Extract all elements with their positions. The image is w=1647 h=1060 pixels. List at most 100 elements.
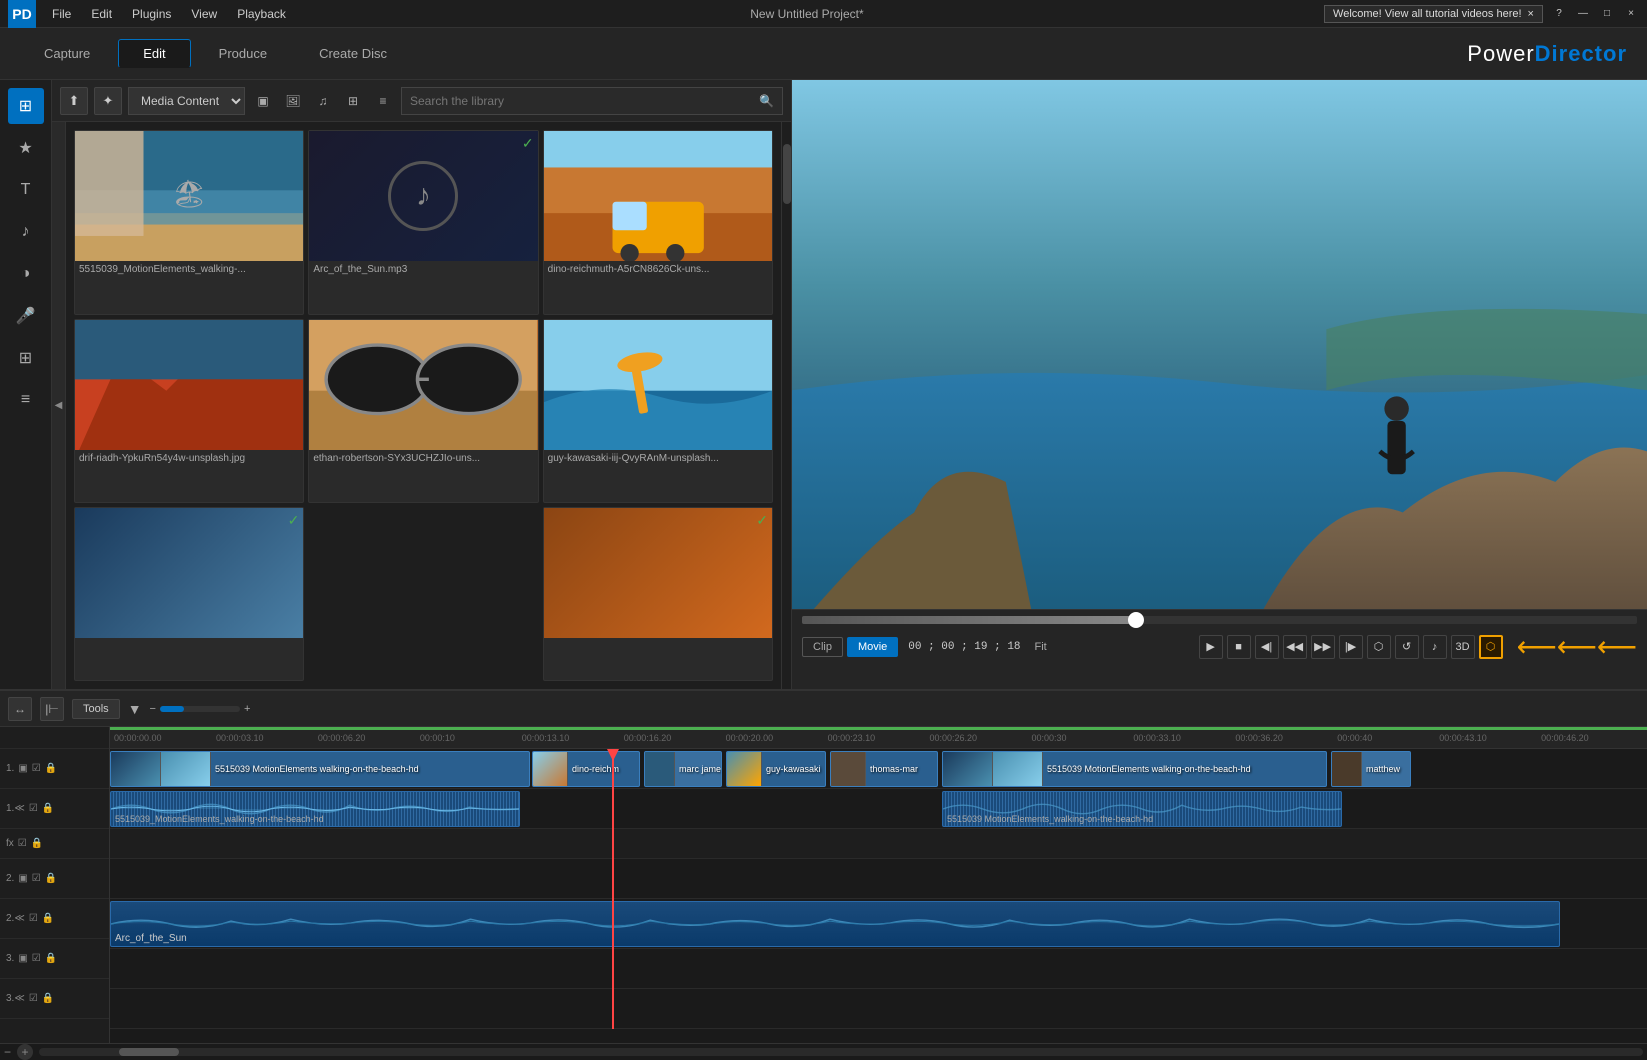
tutorial-close-icon[interactable]: ×: [1528, 8, 1534, 20]
timeline-expand-button[interactable]: ↔: [8, 697, 32, 721]
track-check[interactable]: ☑: [32, 953, 41, 964]
view-audio-icon[interactable]: ♫: [311, 89, 335, 113]
zoom-slider[interactable]: [160, 706, 240, 712]
panel-collapse-button[interactable]: ◀: [52, 122, 66, 689]
media-item[interactable]: ✓: [543, 507, 773, 681]
timeline-snap-button[interactable]: |⊢: [40, 697, 64, 721]
menu-view[interactable]: View: [187, 5, 221, 23]
track-lock-icon[interactable]: 🔒: [42, 803, 54, 814]
track-check[interactable]: ☑: [18, 838, 27, 849]
menu-plugins[interactable]: Plugins: [128, 5, 175, 23]
media-type-dropdown[interactable]: Media Content: [128, 87, 245, 115]
track-check[interactable]: ☑: [32, 763, 41, 774]
bottom-scrollbar[interactable]: − +: [0, 1043, 1647, 1059]
sidebar-icon-text[interactable]: T: [8, 172, 44, 208]
timeline-clip[interactable]: 5515039 MotionElements walking-on-the-be…: [942, 751, 1327, 787]
fast-forward-button[interactable]: ▶▶: [1311, 635, 1335, 659]
scroll-left-button[interactable]: −: [4, 1045, 11, 1059]
audio-button[interactable]: ♪: [1423, 635, 1447, 659]
tab-edit[interactable]: Edit: [118, 39, 190, 68]
tab-capture[interactable]: Capture: [20, 39, 114, 68]
ruler-mark: 00:00:23.10: [828, 733, 930, 743]
scroll-thumb[interactable]: [119, 1048, 179, 1056]
view-list-icon[interactable]: ≡: [371, 89, 395, 113]
plugin-button[interactable]: ✦: [94, 87, 122, 115]
loop-button[interactable]: ↺: [1395, 635, 1419, 659]
zoom-out-icon[interactable]: −: [150, 703, 156, 715]
3d-button[interactable]: 3D: [1451, 635, 1475, 659]
media-scrollbar[interactable]: [781, 122, 791, 689]
timeline-tracks[interactable]: 00:00:00.00 00:00:03.10 00:00:06.20 00:0…: [110, 727, 1647, 1043]
media-item[interactable]: ✓ guy-kawasaki-iij-QvyRAnM-unsplash...: [543, 319, 773, 504]
close-button[interactable]: ×: [1623, 6, 1639, 22]
menu-file[interactable]: File: [48, 5, 75, 23]
track-check[interactable]: ☑: [29, 803, 38, 814]
media-item[interactable]: ✓ 🏖 5515039_MotionElement: [74, 130, 304, 315]
timeline-clip[interactable]: guy-kawasaki: [726, 751, 826, 787]
music-icon: ♪: [388, 161, 458, 231]
tools-button[interactable]: Tools: [72, 699, 120, 719]
view-video-icon[interactable]: ▣: [251, 89, 275, 113]
track-label-1-audio: 1.≪ ☑ 🔒: [0, 789, 109, 829]
timeline-audio-clip[interactable]: 5515039_MotionElements_walking-on-the-be…: [110, 791, 520, 827]
media-item[interactable]: drif-riadh-YpkuRn54y4w-unsplash.jpg: [74, 319, 304, 504]
timeline-clip[interactable]: thomas-mar: [830, 751, 938, 787]
help-button[interactable]: ?: [1551, 6, 1567, 22]
timeline-audio-clip[interactable]: 5515039 MotionElements_walking-on-the-be…: [942, 791, 1342, 827]
rewind-button[interactable]: ◀◀: [1283, 635, 1307, 659]
timeline-clip[interactable]: 5515039 MotionElements walking-on-the-be…: [110, 751, 530, 787]
external-window-button[interactable]: ⬡: [1479, 635, 1503, 659]
track-check[interactable]: ☑: [29, 993, 38, 1004]
tools-dropdown-icon[interactable]: ▼: [128, 701, 142, 717]
search-box[interactable]: 🔍: [401, 87, 783, 115]
track-lock-icon[interactable]: 🔒: [45, 953, 57, 964]
timeline-clip[interactable]: marc james: [644, 751, 722, 787]
track-lock-icon[interactable]: 🔒: [45, 873, 57, 884]
snapshot-button[interactable]: ⬡: [1367, 635, 1391, 659]
sidebar-icon-audio[interactable]: ♪: [8, 214, 44, 250]
timeline-clip[interactable]: dino-reichm: [532, 751, 640, 787]
track-check[interactable]: ☑: [32, 873, 41, 884]
next-frame-button[interactable]: |▶: [1339, 635, 1363, 659]
scroll-add-button[interactable]: +: [17, 1044, 33, 1060]
preview-timeline-bar[interactable]: [802, 616, 1637, 624]
view-photo-icon[interactable]: 🖼: [281, 89, 305, 113]
media-item[interactable]: ✓ ♪ Arc_of_the_Sun.mp3: [308, 130, 538, 315]
import-button[interactable]: ⬆: [60, 87, 88, 115]
track-video-icon: ▣: [18, 953, 27, 964]
minimize-button[interactable]: —: [1575, 6, 1591, 22]
track-lock-icon[interactable]: 🔒: [45, 763, 57, 774]
media-item[interactable]: ethan-robertson-SYx3UCHZJIo-uns...: [308, 319, 538, 504]
sidebar-icon-layers[interactable]: ≡: [8, 382, 44, 418]
stop-button[interactable]: ■: [1227, 635, 1251, 659]
media-item[interactable]: ✓: [74, 507, 304, 681]
clip-button[interactable]: Clip: [802, 637, 843, 657]
scroll-track[interactable]: [39, 1048, 1643, 1056]
menu-edit[interactable]: Edit: [87, 5, 116, 23]
sidebar-icon-grid[interactable]: ⊞: [8, 340, 44, 376]
tab-produce[interactable]: Produce: [195, 39, 291, 68]
track-check[interactable]: ☑: [29, 913, 38, 924]
zoom-in-icon[interactable]: +: [244, 703, 250, 715]
view-grid-icon[interactable]: ⊞: [341, 89, 365, 113]
tab-create-disc[interactable]: Create Disc: [295, 39, 411, 68]
scroll-thumb[interactable]: [783, 144, 791, 204]
timeline-music-clip[interactable]: Arc_of_the_Sun: [110, 901, 1560, 947]
timeline-row-video-2: [110, 859, 1647, 899]
sidebar-icon-mic[interactable]: 🎤: [8, 298, 44, 334]
prev-frame-button[interactable]: ◀|: [1255, 635, 1279, 659]
timeline-clip[interactable]: matthew: [1331, 751, 1411, 787]
track-lock-icon[interactable]: 🔒: [42, 913, 54, 924]
sidebar-icon-color[interactable]: ◑: [8, 256, 44, 292]
tutorial-banner[interactable]: Welcome! View all tutorial videos here! …: [1324, 5, 1543, 23]
maximize-button[interactable]: □: [1599, 6, 1615, 22]
menu-playback[interactable]: Playback: [233, 5, 290, 23]
sidebar-icon-effects[interactable]: ★: [8, 130, 44, 166]
sidebar-icon-expand[interactable]: ⊞: [8, 88, 44, 124]
media-item[interactable]: ✓ di: [543, 130, 773, 315]
track-lock-icon[interactable]: 🔒: [31, 838, 43, 849]
track-lock-icon[interactable]: 🔒: [42, 993, 54, 1004]
play-button[interactable]: ▶: [1199, 635, 1223, 659]
movie-button[interactable]: Movie: [847, 637, 898, 657]
search-input[interactable]: [410, 94, 755, 108]
